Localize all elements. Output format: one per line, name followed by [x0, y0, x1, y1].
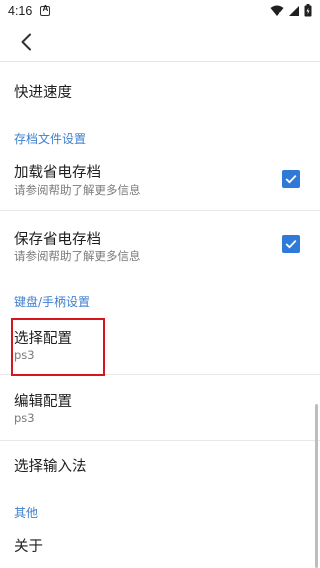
back-button[interactable] [12, 28, 40, 56]
notification-icon [40, 4, 51, 16]
load-power-save-title: 加载省电存档 [14, 165, 101, 181]
wifi-icon [270, 5, 284, 16]
checkmark-icon [285, 239, 297, 249]
status-bar: 4:16 [0, 0, 320, 22]
checkmark-icon [285, 174, 297, 184]
settings-list: 快进速度 存档文件设置 加载省电存档 请参阅帮助了解更多信息 保存省电存档 请参… [0, 63, 320, 568]
about-item[interactable]: 关于 [0, 525, 320, 568]
keyboard-settings-category: 键盘/手柄设置 [14, 295, 91, 309]
save-settings-category: 存档文件设置 [14, 132, 87, 146]
battery-icon [304, 4, 312, 17]
app-bar [0, 22, 320, 62]
edit-config-summary: ps3 [14, 411, 35, 425]
signal-icon [289, 5, 299, 16]
back-arrow-icon [21, 33, 31, 51]
edit-config-title: 编辑配置 [14, 394, 72, 410]
save-power-save-summary: 请参阅帮助了解更多信息 [14, 249, 141, 263]
other-category: 其他 [14, 506, 39, 520]
save-power-save-checkbox[interactable] [282, 235, 300, 253]
edit-config-item[interactable]: 编辑配置 ps3 [0, 375, 320, 439]
load-power-save-checkbox[interactable] [282, 170, 300, 188]
status-time: 4:16 [8, 4, 33, 18]
save-power-save-title: 保存省电存档 [14, 232, 101, 248]
fast-forward-speed-title: 快进速度 [14, 85, 72, 101]
scrollbar[interactable] [315, 404, 318, 568]
status-icons [270, 4, 312, 17]
select-input-method-title: 选择输入法 [14, 459, 87, 475]
highlight-box [11, 318, 105, 376]
save-power-save-item[interactable]: 保存省电存档 请参阅帮助了解更多信息 [0, 211, 320, 269]
about-title: 关于 [14, 539, 43, 555]
select-input-method-item[interactable]: 选择输入法 [0, 441, 320, 491]
load-power-save-item[interactable]: 加载省电存档 请参阅帮助了解更多信息 [0, 151, 320, 209]
fast-forward-speed-item[interactable]: 快进速度 [0, 63, 320, 119]
load-power-save-summary: 请参阅帮助了解更多信息 [14, 183, 141, 197]
